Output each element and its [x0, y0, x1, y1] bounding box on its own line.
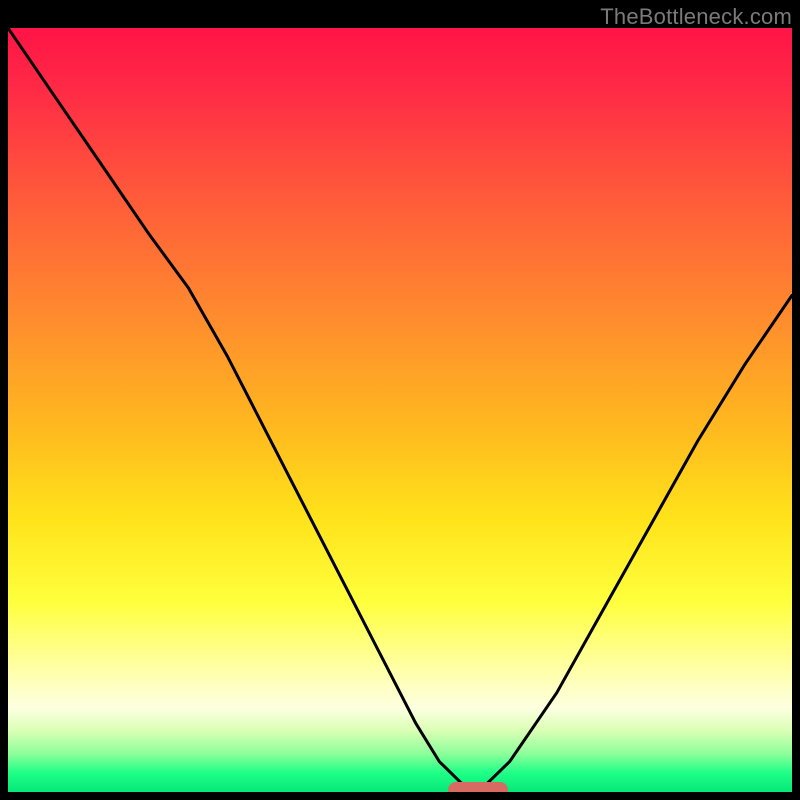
- watermark-text: TheBottleneck.com: [600, 4, 792, 30]
- optimal-marker: [448, 782, 508, 792]
- bottleneck-curve: [8, 28, 792, 792]
- plot-area: [8, 28, 792, 792]
- chart-frame: TheBottleneck.com: [0, 0, 800, 800]
